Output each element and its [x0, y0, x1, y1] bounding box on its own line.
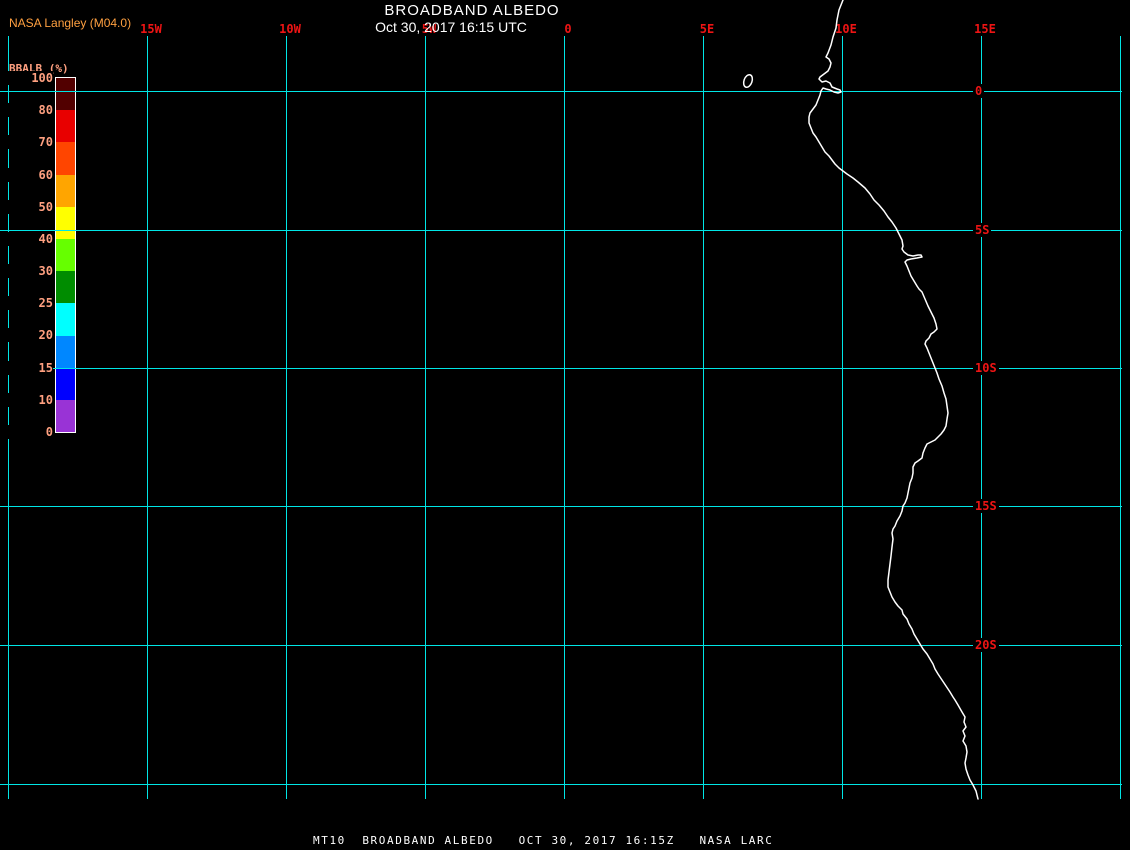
- coastline-layer: [742, 0, 979, 800]
- source-label: NASA Langley (M04.0): [9, 16, 132, 30]
- island-outline: [742, 73, 754, 89]
- footer-caption: MT10 BROADBAND ALBEDO OCT 30, 2017 16:15…: [313, 834, 774, 847]
- coastline: [808, 0, 979, 800]
- map-canvas: NASA Langley (M04.0) BROADBAND ALBEDO Oc…: [0, 0, 1130, 850]
- timestamp-label: Oct 30, 2017 16:15 UTC: [375, 19, 527, 35]
- page-title: BROADBAND ALBEDO: [384, 2, 560, 19]
